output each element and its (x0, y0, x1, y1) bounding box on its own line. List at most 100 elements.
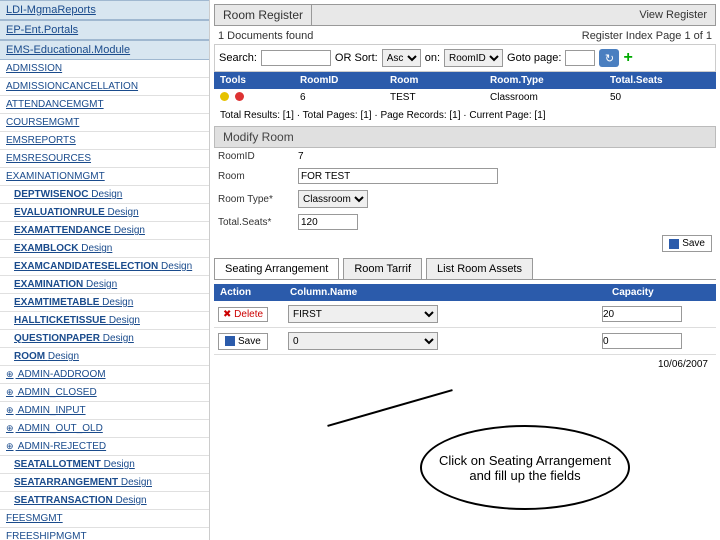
sidebar-item-examinationmgmt[interactable]: EXAMINATIONMGMT (0, 168, 209, 186)
column-name-select-2[interactable]: 0 (288, 332, 438, 350)
sidebar-item-examattendance[interactable]: EXAMATTENDANCE Design (0, 222, 209, 240)
sidebar-item-emsreports[interactable]: EMSREPORTS (0, 132, 209, 150)
sidebar-item-questionpaper[interactable]: QUESTIONPAPER Design (0, 330, 209, 348)
sidebar-item-admin-closed[interactable]: ⊕ ADMIN_CLOSED (0, 384, 209, 402)
sidebar-item-seatallotment[interactable]: SEATALLOTMENT Design (0, 456, 209, 474)
sidebar-item-examcandidateselection[interactable]: EXAMCANDIDATESELECTION Design (0, 258, 209, 276)
sidebar-item-room[interactable]: ROOM Design (0, 348, 209, 366)
capacity-input-2[interactable] (602, 333, 682, 349)
annotation-callout: Click on Seating Arrangement and fill up… (420, 425, 630, 510)
sidebar-item-feesmgmt[interactable]: FEESMGMT (0, 510, 209, 528)
add-icon[interactable]: + (623, 49, 632, 67)
th-colname: Column.Name (284, 284, 606, 301)
sort-dir-select[interactable]: Asc (382, 49, 421, 67)
pager-text: Total Results: [1] · Total Pages: [1] · … (214, 107, 716, 124)
doc-count: 1 Documents found (218, 30, 313, 42)
sidebar-item-deptwisenoc[interactable]: DEPTWISENOC Design (0, 186, 209, 204)
seats-label: Total.Seats* (218, 217, 298, 228)
save-button[interactable]: Save (662, 235, 712, 252)
tab-room-tarrif[interactable]: Room Tarrif (343, 258, 422, 279)
sidebar-item-seatarrangement[interactable]: SEATARRANGEMENT Design (0, 474, 209, 492)
disk-icon (669, 239, 679, 249)
sidebar-item-admin-out-old[interactable]: ⊕ ADMIN_OUT_OLD (0, 420, 209, 438)
or-sort-label: OR Sort: (335, 52, 378, 64)
tree-icon: ⊕ (6, 369, 14, 379)
sidebar-item-admin-input[interactable]: ⊕ ADMIN_INPUT (0, 402, 209, 420)
seating-row-1: ✖ Delete FIRST (214, 301, 716, 328)
sidebar: LDI-MgmaReports EP-Ent.Portals EMS-Educa… (0, 0, 210, 540)
tree-icon: ⊕ (6, 441, 14, 451)
sidebar-item-attendancemgmt[interactable]: ATTENDANCEMGMT (0, 96, 209, 114)
delete-button[interactable]: ✖ Delete (218, 307, 268, 322)
room-input[interactable] (298, 168, 498, 184)
row-tools[interactable] (214, 89, 294, 107)
seating-row-2: Save 0 (214, 328, 716, 355)
form-room: Room (214, 165, 716, 187)
capacity-input[interactable] (602, 306, 682, 322)
column-name-select[interactable]: FIRST (288, 305, 438, 323)
goto-label: Goto page: (507, 52, 561, 64)
callout-text: Click on Seating Arrangement and fill up… (420, 425, 630, 510)
th-capacity: Capacity (606, 284, 716, 301)
sidebar-module-ems[interactable]: EMS-Educational.Module (0, 40, 209, 60)
on-label: on: (425, 52, 440, 64)
subheader: 1 Documents found Register Index Page 1 … (214, 28, 716, 44)
tab-seating-arrangement[interactable]: Seating Arrangement (214, 258, 339, 279)
form-type: Room Type* Classroom (214, 187, 716, 211)
th-action: Action (214, 284, 284, 301)
sidebar-item-coursemgmt[interactable]: COURSEMGMT (0, 114, 209, 132)
sidebar-module-ldi[interactable]: LDI-MgmaReports (0, 0, 209, 20)
cell-seats: 50 (604, 89, 716, 107)
search-input[interactable] (261, 50, 331, 66)
sidebar-item-examblock[interactable]: EXAMBLOCK Design (0, 240, 209, 258)
tab-list-room-assets[interactable]: List Room Assets (426, 258, 533, 279)
sidebar-item-seattransaction[interactable]: SEATTRANSACTION Design (0, 492, 209, 510)
seats-input[interactable] (298, 214, 358, 230)
cell-roomid: 6 (294, 89, 384, 107)
edit-icon[interactable] (220, 92, 229, 101)
disk-icon (225, 336, 235, 346)
sidebar-item-emsresources[interactable]: EMSRESOURCES (0, 150, 209, 168)
sidebar-module-ep[interactable]: EP-Ent.Portals (0, 20, 209, 40)
search-label: Search: (219, 52, 257, 64)
th-type: Room.Type (484, 72, 604, 89)
sidebar-item-evaluationrule[interactable]: EVALUATIONRULE Design (0, 204, 209, 222)
sidebar-item-admission[interactable]: ADMISSION (0, 60, 209, 78)
type-label: Room Type* (218, 194, 298, 205)
tree-icon: ⊕ (6, 387, 14, 397)
view-register-link[interactable]: View Register (631, 6, 715, 24)
tabs: Seating Arrangement Room Tarrif List Roo… (214, 258, 716, 280)
table-row[interactable]: 6 TEST Classroom 50 (214, 89, 716, 107)
form-seats: Total.Seats* (214, 211, 716, 233)
sidebar-item-examtimetable[interactable]: EXAMTIMETABLE Design (0, 294, 209, 312)
tree-icon: ⊕ (6, 405, 14, 415)
form-roomid: RoomID 7 (214, 148, 716, 165)
register-table-header: Tools RoomID Room Room.Type Total.Seats (214, 72, 716, 89)
search-bar: Search: OR Sort: Asc on: RoomID Goto pag… (214, 44, 716, 72)
goto-page-input[interactable] (565, 50, 595, 66)
page-title: Room Register (215, 5, 312, 25)
sidebar-item-admin-rejected[interactable]: ⊕ ADMIN-REJECTED (0, 438, 209, 456)
cell-type: Classroom (484, 89, 604, 107)
type-select[interactable]: Classroom (298, 190, 368, 208)
date-stamp: 10/06/2007 (214, 355, 716, 374)
sort-field-select[interactable]: RoomID (444, 49, 503, 67)
sidebar-item-freeshipmgmt[interactable]: FREESHIPMGMT (0, 528, 209, 540)
seating-table-header: Action Column.Name Capacity (214, 284, 716, 301)
sidebar-item-examination[interactable]: EXAMINATION Design (0, 276, 209, 294)
sidebar-item-admin-addroom[interactable]: ⊕ ADMIN-ADDROOM (0, 366, 209, 384)
page-index: Register Index Page 1 of 1 (582, 30, 712, 42)
delete-icon[interactable] (235, 92, 244, 101)
modify-room-header: Modify Room (214, 126, 716, 148)
save-row-button[interactable]: Save (218, 333, 268, 350)
th-tools: Tools (214, 72, 294, 89)
roomid-value: 7 (298, 151, 304, 162)
th-roomid: RoomID (294, 72, 384, 89)
go-icon[interactable]: ↻ (599, 49, 619, 67)
th-seats: Total.Seats (604, 72, 716, 89)
page-header: Room Register View Register (214, 4, 716, 26)
sidebar-item-admissioncancellation[interactable]: ADMISSIONCANCELLATION (0, 78, 209, 96)
roomid-label: RoomID (218, 151, 298, 162)
sidebar-item-hallticketissue[interactable]: HALLTICKETISSUE Design (0, 312, 209, 330)
tree-icon: ⊕ (6, 423, 14, 433)
